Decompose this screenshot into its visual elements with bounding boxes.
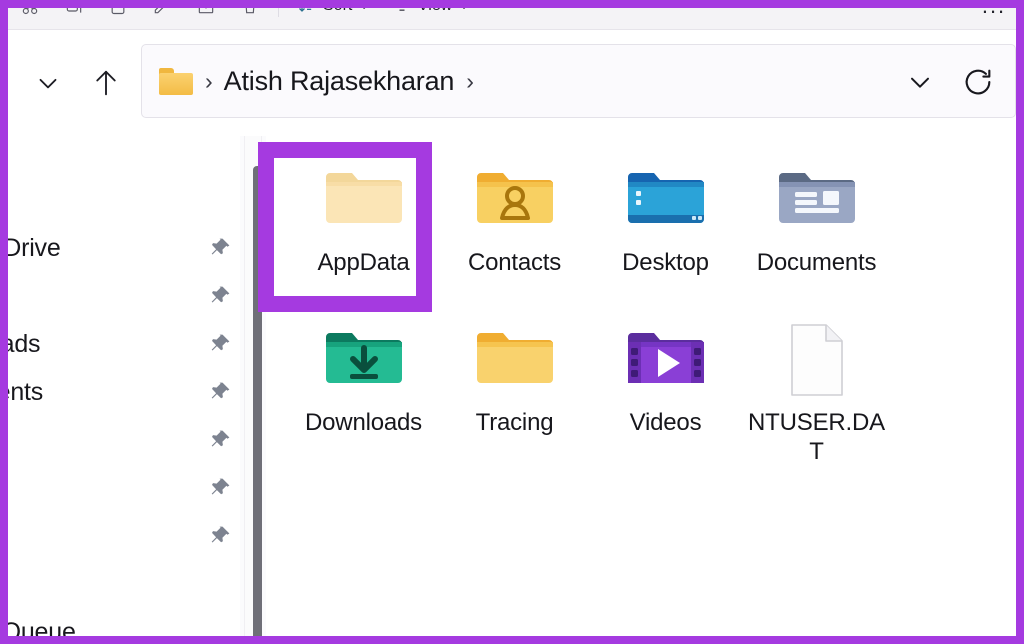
view-button[interactable]: View ⌄ [380, 8, 480, 26]
refresh-button[interactable] [949, 53, 1007, 111]
delete-button[interactable] [228, 8, 272, 26]
file-item-label: NTUSER.DAT [748, 409, 885, 466]
paste-button[interactable] [96, 8, 140, 26]
file-list-pane[interactable]: AppData Contacts Desktop Documents Downl… [258, 136, 1016, 636]
file-item-documents[interactable]: Documents [741, 146, 892, 306]
address-dropdown-button[interactable] [891, 53, 949, 111]
file-item-videos[interactable]: Videos [590, 306, 741, 466]
vertical-scrollbar[interactable] [244, 136, 262, 636]
sidebar-item-google-drive[interactable]: ogle Drive [8, 224, 240, 272]
file-item-label: Desktop [622, 249, 709, 276]
paste-icon [111, 8, 125, 15]
file-item-label: Contacts [467, 249, 562, 276]
sidebar-item-downloads[interactable]: wnloads [8, 320, 240, 368]
sidebar-item-new[interactable]: w [8, 560, 240, 608]
file-item-label: AppData [317, 249, 410, 276]
sidebar-item-unnamed[interactable] [8, 512, 240, 560]
scrollbar-column [240, 136, 266, 636]
sort-button[interactable]: Sort ⌄ [285, 8, 380, 26]
share-icon [198, 8, 214, 14]
pin-icon[interactable] [208, 332, 232, 356]
chevron-down-icon: ⌄ [460, 8, 468, 12]
share-button[interactable] [184, 8, 228, 26]
copy-icon [66, 8, 82, 13]
sidebar-item-label: sktop [8, 282, 9, 311]
chevron-down-icon [911, 77, 929, 88]
sidebar-item-documents[interactable]: cuments [8, 368, 240, 416]
view-label: View [418, 8, 452, 15]
sidebar-item-label: wnloads [8, 329, 41, 358]
pin-icon[interactable] [208, 476, 232, 500]
folder-icon [476, 333, 553, 383]
pin-icon[interactable] [208, 380, 232, 404]
file-grid: AppData Contacts Desktop Documents Downl… [288, 146, 1016, 466]
explorer-body: ne ogle Drive sktop wnloads [8, 136, 1016, 644]
sort-label: Sort [323, 8, 352, 15]
cut-button[interactable] [8, 8, 52, 26]
folder-icon[interactable] [159, 67, 193, 95]
sort-icon [299, 8, 312, 12]
file-item-label: Downloads [305, 409, 422, 436]
trash-icon [245, 8, 255, 14]
sidebar-item-label: cuments [8, 377, 44, 406]
chevron-down-icon: ⌄ [360, 8, 368, 12]
scissors-icon [22, 8, 38, 15]
toolbar-divider [278, 8, 279, 17]
file-explorer-window: Sort ⌄ View ⌄ ... [0, 0, 1024, 644]
breadcrumb-trailing-separator[interactable]: › [466, 68, 474, 95]
command-bar: Sort ⌄ View ⌄ ... [8, 8, 1016, 30]
folder-contacts-icon [476, 173, 553, 223]
file-item-contacts[interactable]: Contacts [439, 146, 590, 306]
chevron-down-icon [39, 78, 57, 89]
navigation-pane: ne ogle Drive sktop wnloads [8, 136, 240, 644]
scrollbar-thumb[interactable] [253, 166, 262, 636]
rename-icon [154, 8, 164, 14]
file-item-label: Documents [756, 249, 877, 276]
pin-icon[interactable] [208, 524, 232, 548]
breadcrumb-separator[interactable]: › [205, 68, 213, 95]
rename-button[interactable] [140, 8, 184, 26]
sidebar-item-pictures[interactable]: tures [8, 416, 240, 464]
refresh-icon [965, 69, 991, 95]
folder-downloads-icon [325, 333, 402, 383]
sidebar-item-desktop[interactable]: sktop [8, 272, 240, 320]
see-more-button[interactable]: ... [972, 8, 1016, 26]
blank-file-icon [790, 324, 843, 396]
up-button[interactable] [84, 61, 128, 105]
pin-icon[interactable] [208, 428, 232, 452]
sidebar-item-label: otify Queue [8, 617, 76, 644]
folder-hidden-icon [325, 173, 402, 223]
sidebar-item-family[interactable]: ily [8, 464, 240, 512]
pin-icon[interactable] [208, 284, 232, 308]
sidebar-item-spotify-queue[interactable]: otify Queue [8, 608, 240, 644]
folder-documents-icon [778, 173, 855, 223]
sidebar-item-label: ogle Drive [8, 233, 61, 262]
folder-desktop-icon [627, 173, 704, 223]
pin-icon[interactable] [208, 236, 232, 260]
sidebar-item-home[interactable]: ne [8, 176, 240, 224]
arrow-up-icon [96, 70, 116, 96]
view-icon [399, 9, 405, 11]
folder-videos-icon [627, 333, 704, 383]
navigation-bar: › Atish Rajasekharan › [8, 30, 1016, 136]
history-dropdown-button[interactable] [26, 61, 70, 105]
breadcrumb-current-folder[interactable]: Atish Rajasekharan [224, 66, 455, 97]
copy-button[interactable] [52, 8, 96, 26]
file-item-label: Tracing [475, 409, 554, 436]
ellipsis-icon: ... [982, 8, 1006, 19]
file-item-downloads[interactable]: Downloads [288, 306, 439, 466]
file-item-tracing[interactable]: Tracing [439, 306, 590, 466]
file-item-appdata[interactable]: AppData [288, 146, 439, 306]
file-item-desktop[interactable]: Desktop [590, 146, 741, 306]
address-bar[interactable]: › Atish Rajasekharan › [141, 44, 1016, 118]
file-item-label: Videos [629, 409, 702, 436]
file-item-ntuser-dat[interactable]: NTUSER.DAT [741, 306, 892, 466]
